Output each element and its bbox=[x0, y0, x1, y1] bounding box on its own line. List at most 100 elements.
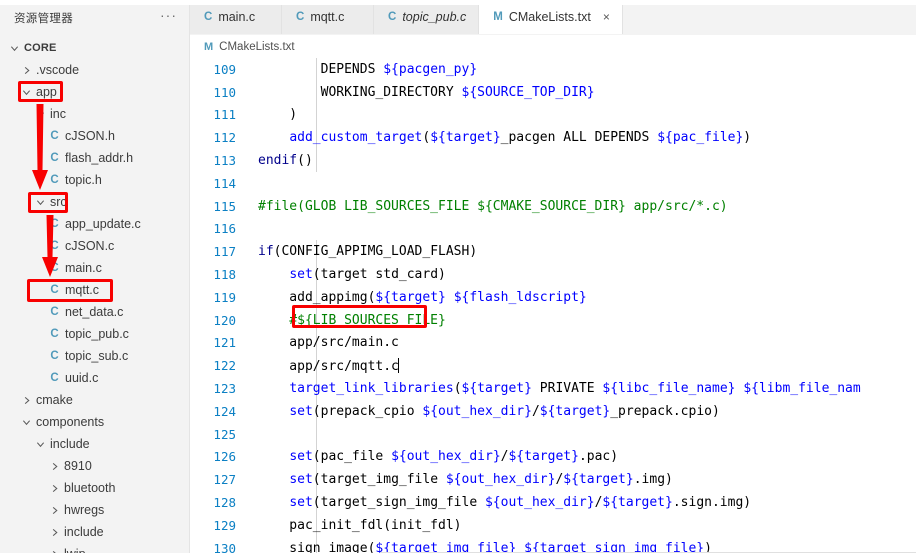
code-text: app/src/main.c bbox=[258, 335, 399, 351]
code-line[interactable]: 114 bbox=[190, 172, 916, 195]
explorer-title: 资源管理器 bbox=[14, 12, 73, 25]
code-text: if(CONFIG_APPIMG_LOAD_FLASH) bbox=[258, 244, 478, 260]
code-line[interactable]: 125 bbox=[190, 423, 916, 446]
tree-item-flash-addr-h[interactable]: Cflash_addr.h bbox=[0, 147, 189, 169]
code-line[interactable]: 127 set(target_img_file ${out_hex_dir}/$… bbox=[190, 468, 916, 491]
explorer-sidebar: 资源管理器 ··· CORE .vscode app inc CcJSON.h Cfla… bbox=[0, 0, 190, 553]
code-line[interactable]: 111 ) bbox=[190, 104, 916, 127]
tab-main-c[interactable]: Cmain.c bbox=[190, 0, 282, 34]
tab-label: mqtt.c bbox=[310, 10, 345, 24]
tree-item-main-c[interactable]: Cmain.c bbox=[0, 257, 189, 279]
tree-item-include[interactable]: include bbox=[0, 521, 189, 543]
tree-item-uuid-c[interactable]: Cuuid.c bbox=[0, 367, 189, 389]
c-file-icon: C bbox=[296, 11, 305, 23]
tree-item-app-update-c[interactable]: Capp_update.c bbox=[0, 213, 189, 235]
chevron-down-icon bbox=[18, 418, 34, 427]
code-line[interactable]: 121 app/src/main.c bbox=[190, 332, 916, 355]
line-number: 127 bbox=[213, 472, 236, 488]
tree-item-topic-sub-c[interactable]: Ctopic_sub.c bbox=[0, 345, 189, 367]
c-file-icon: C bbox=[204, 11, 213, 23]
code-line[interactable]: 129 pac_init_fdl(init_fdl) bbox=[190, 514, 916, 537]
chevron-right-icon bbox=[46, 506, 62, 515]
tree-item-label: app bbox=[36, 85, 57, 99]
code-line[interactable]: 112 add_custom_target(${target}_pacgen A… bbox=[190, 126, 916, 149]
markdown-file-icon: M bbox=[204, 40, 214, 53]
line-number: 115 bbox=[213, 198, 236, 214]
line-number: 128 bbox=[213, 495, 236, 511]
c-file-icon: C bbox=[50, 262, 59, 274]
code-line[interactable]: 119 add_appimg(${target} ${flash_ldscrip… bbox=[190, 286, 916, 309]
tree-item-label: include bbox=[64, 525, 104, 539]
tree-item-include[interactable]: include bbox=[0, 433, 189, 455]
tab-cmakelists-txt[interactable]: M CMakeLists.txt × bbox=[479, 0, 623, 34]
code-text: ) bbox=[258, 107, 298, 123]
code-line[interactable]: 128 set(target_sign_img_file ${out_hex_d… bbox=[190, 491, 916, 514]
tree-item-label: topic_pub.c bbox=[65, 327, 129, 341]
tree-item-topic-h[interactable]: Ctopic.h bbox=[0, 169, 189, 191]
line-number: 117 bbox=[213, 244, 236, 260]
tree-item-label: lwip bbox=[62, 547, 86, 553]
breadcrumb[interactable]: M CMakeLists.txt bbox=[190, 35, 916, 58]
code-text: DEPENDS ${pacgen_py} bbox=[258, 61, 478, 77]
code-line[interactable]: 130 sign_image(${target_img_file} ${targ… bbox=[190, 537, 916, 553]
tree-item-label: mqtt.c bbox=[65, 283, 100, 297]
tree-item-components[interactable]: components bbox=[0, 411, 189, 433]
tree-item-cmake[interactable]: cmake bbox=[0, 389, 189, 411]
code-line[interactable]: 123 target_link_libraries(${target} PRIV… bbox=[190, 377, 916, 400]
tree-item-inc[interactable]: inc bbox=[0, 103, 189, 125]
tree-item-lwip[interactable]: lwip bbox=[0, 543, 189, 553]
tab-topic-pub-c[interactable]: Ctopic_pub.c bbox=[374, 0, 480, 34]
c-file-icon: C bbox=[50, 130, 59, 142]
tree-root-label: CORE bbox=[24, 42, 57, 54]
tree-root-core[interactable]: CORE bbox=[0, 37, 189, 59]
tree-item-hwregs[interactable]: hwregs bbox=[0, 499, 189, 521]
tree-item-label: 8910 bbox=[64, 459, 92, 473]
code-line[interactable]: 113 endif() bbox=[190, 149, 916, 172]
tree-item-label: uuid.c bbox=[65, 371, 99, 385]
tab-label: main.c bbox=[218, 10, 256, 24]
code-text: set(prepack_cpio ${out_hex_dir}/${target… bbox=[289, 403, 720, 419]
tree-item-label: net_data.c bbox=[65, 305, 124, 319]
tree-item-cjson-h[interactable]: CcJSON.h bbox=[0, 125, 189, 147]
code-line[interactable]: 126 set(pac_file ${out_hex_dir}/${target… bbox=[190, 446, 916, 469]
vscode-window: 资源管理器 ··· CORE .vscode app inc CcJSON.h Cfla… bbox=[0, 0, 916, 553]
code-text: WORKING_DIRECTORY ${SOURCE_TOP_DIR} bbox=[258, 84, 595, 100]
line-number: 114 bbox=[213, 175, 236, 191]
code-line[interactable]: 109 DEPENDS ${pacgen_py} bbox=[190, 58, 916, 81]
tab-mqtt-c[interactable]: Cmqtt.c bbox=[282, 0, 374, 34]
code-line[interactable]: 124 set(prepack_cpio ${out_hex_dir}/${ta… bbox=[190, 400, 916, 423]
tree-item-net-data-c[interactable]: Cnet_data.c bbox=[0, 301, 189, 323]
code-line[interactable]: 115 #file(GLOB LIB_SOURCES_FILE ${CMAKE_S… bbox=[190, 195, 916, 218]
tree-item-label: hwregs bbox=[64, 503, 105, 517]
tree-item-app[interactable]: app bbox=[0, 81, 189, 103]
tree-item--vscode[interactable]: .vscode bbox=[0, 59, 189, 81]
code-text: add_custom_target(${target}_pacgen ALL D… bbox=[289, 130, 752, 146]
tree-item-label: app_update.c bbox=[65, 217, 141, 231]
line-number: 122 bbox=[213, 358, 236, 374]
code-line[interactable]: 116 bbox=[190, 218, 916, 241]
tree-item-label: flash_addr.h bbox=[65, 151, 134, 165]
tree-item-mqtt-c[interactable]: Cmqtt.c bbox=[0, 279, 189, 301]
close-icon[interactable]: × bbox=[603, 11, 610, 23]
code-text: #file(GLOB LIB_SOURCES_FILE ${CMAKE_SOUR… bbox=[258, 198, 728, 214]
line-number: 118 bbox=[213, 267, 236, 283]
c-file-icon: C bbox=[50, 240, 59, 252]
tree-item-8910[interactable]: 8910 bbox=[0, 455, 189, 477]
code-line[interactable]: 110 WORKING_DIRECTORY ${SOURCE_TOP_DIR} bbox=[190, 81, 916, 104]
c-file-icon: C bbox=[50, 218, 59, 230]
line-number: 124 bbox=[213, 403, 236, 419]
tree-item-bluetooth[interactable]: bluetooth bbox=[0, 477, 189, 499]
tree-item-cjson-c[interactable]: CcJSON.c bbox=[0, 235, 189, 257]
tree-item-src[interactable]: src bbox=[0, 191, 189, 213]
code-editor[interactable]: 109 DEPENDS ${pacgen_py} 110 WORKING_DIRE… bbox=[190, 58, 916, 553]
code-line[interactable]: 117 if(CONFIG_APPIMG_LOAD_FLASH) bbox=[190, 240, 916, 263]
code-text: add_appimg(${target} ${flash_ldscript} bbox=[258, 289, 587, 305]
tree-item-topic-pub-c[interactable]: Ctopic_pub.c bbox=[0, 323, 189, 345]
more-actions-icon[interactable]: ··· bbox=[160, 8, 177, 24]
code-line[interactable]: 120 #${LIB_SOURCES_FILE} bbox=[190, 309, 916, 332]
tree-item-label: include bbox=[50, 437, 90, 451]
code-line[interactable]: 122 app/src/mqtt.c bbox=[190, 354, 916, 377]
tab-bar-empty-space bbox=[622, 0, 916, 34]
tree-item-label: cmake bbox=[36, 393, 73, 407]
code-line[interactable]: 118 set(target std_card) bbox=[190, 263, 916, 286]
